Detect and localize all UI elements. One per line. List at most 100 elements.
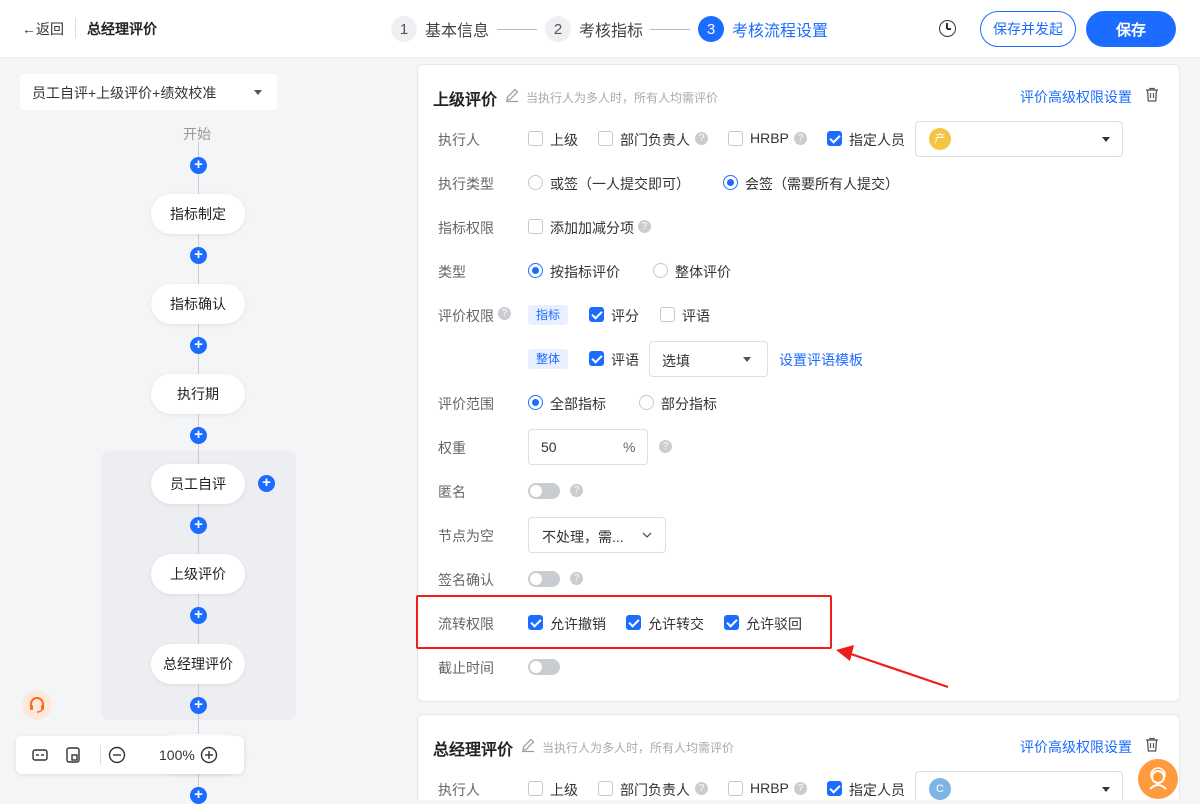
customer-support-icon[interactable]	[22, 690, 52, 720]
step-connector	[497, 29, 537, 30]
step-number: 3	[698, 16, 724, 42]
add-node-plus-icon[interactable]: +	[190, 337, 207, 354]
overall-comment-checkbox[interactable]	[589, 351, 604, 366]
executor-label: 执行人	[438, 782, 480, 798]
card-title: 总经理评价	[433, 742, 514, 759]
add-node-plus-icon[interactable]: +	[190, 517, 207, 534]
advanced-permission-link[interactable]: 评价高级权限设置	[1020, 737, 1132, 757]
metric-perm-label: 指标权限	[438, 220, 494, 236]
radio-label: 会签（需要所有人提交）	[745, 176, 899, 192]
deadline-label: 截止时间	[438, 660, 494, 676]
empty-node-label: 节点为空	[438, 528, 494, 544]
assistant-avatar-icon[interactable]	[1138, 759, 1178, 799]
avatar: 产	[929, 128, 951, 150]
avatar: C	[929, 778, 951, 800]
executor-designated-checkbox[interactable]	[827, 131, 842, 146]
executor-dept-head-checkbox[interactable]	[598, 131, 613, 146]
add-node-plus-icon[interactable]: +	[190, 247, 207, 264]
help-icon[interactable]: ?	[794, 132, 807, 145]
trash-icon[interactable]	[1145, 737, 1159, 752]
designated-person-select[interactable]: C	[915, 771, 1123, 800]
help-icon[interactable]: ?	[570, 572, 583, 585]
card-hint: 当执行人为多人时，所有人均需评价	[542, 741, 735, 755]
radio-label: 部分指标	[661, 396, 717, 412]
trash-icon[interactable]	[1145, 87, 1159, 102]
step-connector	[650, 29, 690, 30]
exec-type-or-radio[interactable]	[528, 175, 543, 190]
help-icon[interactable]: ?	[794, 782, 807, 795]
overall-tag: 整体	[528, 349, 569, 369]
flow-node-execution[interactable]: 执行期	[151, 374, 245, 414]
weight-unit: %	[623, 439, 636, 455]
add-node-plus-icon[interactable]: +	[190, 157, 207, 174]
radio-label: 或签（一人提交即可）	[550, 176, 690, 192]
add-node-plus-icon[interactable]: +	[190, 607, 207, 624]
flow-node-metric-confirm[interactable]: 指标确认	[151, 284, 245, 324]
exec-type-label: 执行类型	[438, 176, 494, 192]
step-metrics[interactable]: 2 考核指标	[545, 15, 643, 43]
help-icon[interactable]: ?	[659, 440, 672, 453]
edit-pencil-icon[interactable]	[504, 87, 520, 103]
empty-node-select[interactable]: 不处理，需...	[528, 517, 666, 553]
score-checkbox[interactable]	[589, 307, 604, 322]
designated-person-select[interactable]: 产	[915, 121, 1123, 157]
help-icon[interactable]: ?	[570, 484, 583, 497]
comment-required-select[interactable]: 选填	[649, 341, 768, 377]
type-by-metric-radio[interactable]	[528, 263, 543, 278]
add-node-plus-icon[interactable]: +	[190, 697, 207, 714]
flow-start-label: 开始	[183, 126, 211, 142]
edit-pencil-icon[interactable]	[520, 737, 536, 753]
scope-partial-radio[interactable]	[639, 395, 654, 410]
eval-perm-label: 评价权限	[438, 308, 494, 324]
help-icon[interactable]: ?	[498, 307, 511, 320]
zoom-in-icon[interactable]	[200, 746, 218, 764]
flow-node-gm-eval[interactable]: 总经理评价	[151, 644, 245, 684]
executor-superior-checkbox[interactable]	[528, 781, 543, 796]
comment-template-link[interactable]: 设置评语模板	[779, 350, 863, 370]
executor-option-label: HRBP	[750, 130, 789, 146]
executor-superior-checkbox[interactable]	[528, 131, 543, 146]
help-icon[interactable]: ?	[638, 220, 651, 233]
deadline-toggle[interactable]	[528, 659, 560, 675]
save-and-start-button[interactable]: 保存并发起	[980, 11, 1076, 47]
anonymous-toggle[interactable]	[528, 483, 560, 499]
zoom-out-icon[interactable]	[108, 746, 126, 764]
executor-option-label: 部门负责人	[620, 132, 690, 148]
minimap-icon[interactable]	[31, 746, 49, 764]
executor-option-label: 部门负责人	[620, 782, 690, 798]
step-basic-info[interactable]: 1 基本信息	[391, 15, 489, 43]
add-node-plus-icon[interactable]: +	[190, 787, 207, 804]
type-overall-radio[interactable]	[653, 263, 668, 278]
step-flow-settings[interactable]: 3 考核流程设置	[698, 15, 828, 43]
add-bonus-item-checkbox[interactable]	[528, 219, 543, 234]
executor-dept-head-checkbox[interactable]	[598, 781, 613, 796]
executor-designated-checkbox[interactable]	[827, 781, 842, 796]
zoom-toolbar: 100%	[16, 736, 244, 774]
dropdown-arrow-icon	[1102, 137, 1110, 142]
advanced-permission-link[interactable]: 评价高级权限设置	[1020, 87, 1132, 107]
sign-confirm-toggle[interactable]	[528, 571, 560, 587]
exec-type-and-radio[interactable]	[723, 175, 738, 190]
anonymous-label: 匿名	[438, 484, 466, 500]
help-icon[interactable]: ?	[695, 132, 708, 145]
executor-hrbp-checkbox[interactable]	[728, 131, 743, 146]
add-node-plus-icon[interactable]: +	[190, 427, 207, 444]
add-parallel-node-plus-icon[interactable]: +	[258, 475, 275, 492]
chevron-down-icon	[642, 532, 652, 538]
flow-node-superior-eval[interactable]: 上级评价	[151, 554, 245, 594]
flow-node-metric-setting[interactable]: 指标制定	[151, 194, 245, 234]
save-button[interactable]: 保存	[1086, 11, 1176, 47]
flow-canvas: 员工自评+上级评价+绩效校准 开始 + 指标制定 + 指标确认 + 执行期 + …	[0, 58, 396, 804]
comment-checkbox[interactable]	[660, 307, 675, 322]
scope-all-radio[interactable]	[528, 395, 543, 410]
fit-view-icon[interactable]	[64, 746, 82, 764]
weight-value: 50	[541, 439, 557, 455]
back-button[interactable]: ←返回	[22, 19, 64, 39]
flow-template-select[interactable]: 员工自评+上级评价+绩效校准	[20, 74, 277, 110]
history-clock-icon[interactable]	[939, 20, 956, 37]
weight-input[interactable]: 50 %	[528, 429, 648, 465]
weight-label: 权重	[438, 440, 466, 456]
help-icon[interactable]: ?	[695, 782, 708, 795]
flow-node-self-eval[interactable]: 员工自评	[151, 464, 245, 504]
executor-hrbp-checkbox[interactable]	[728, 781, 743, 796]
